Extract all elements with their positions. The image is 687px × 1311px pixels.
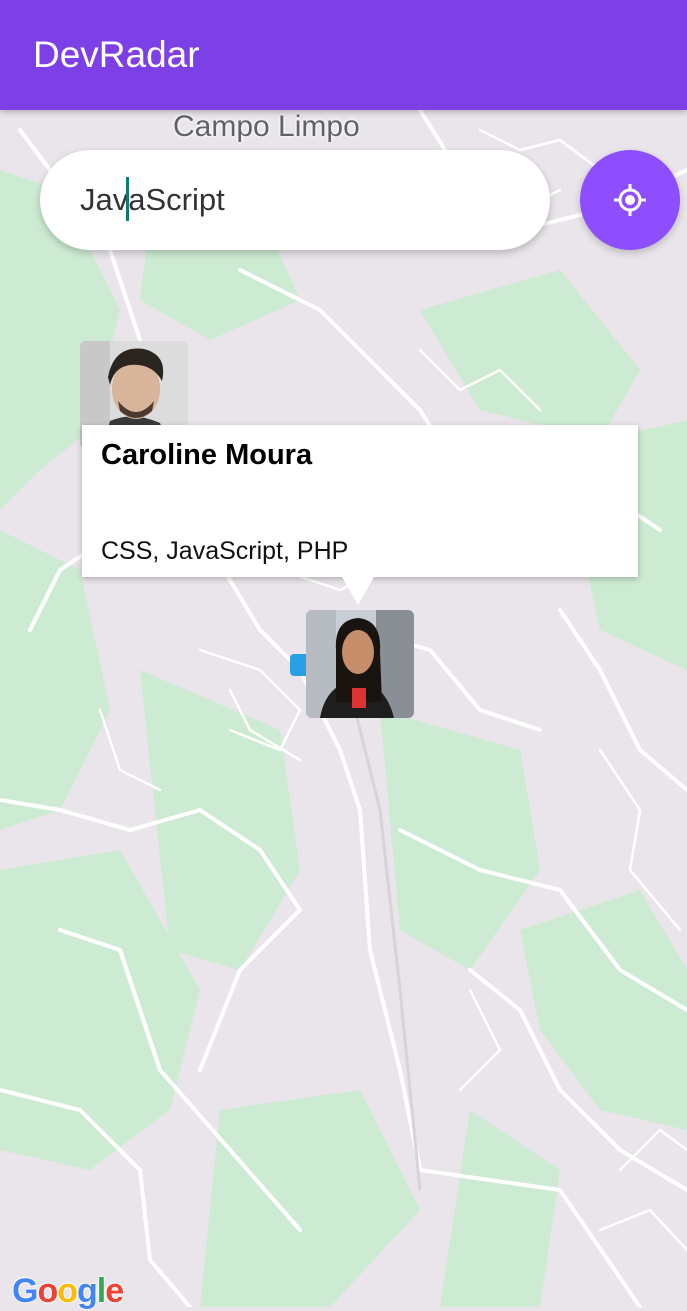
search-box[interactable] — [40, 150, 550, 250]
locate-button[interactable] — [580, 150, 680, 250]
dev-marker-2[interactable] — [306, 610, 414, 718]
dev-callout[interactable]: Caroline Moura CSS, JavaScript, PHP — [82, 425, 638, 577]
dev-name: Caroline Moura — [101, 439, 313, 471]
dev-techs: CSS, JavaScript, PHP — [101, 537, 349, 565]
avatar-photo — [306, 610, 414, 718]
app-title: DevRadar — [33, 34, 200, 75]
map-place-label: Campo Limpo — [173, 110, 360, 143]
text-cursor — [126, 177, 129, 221]
my-location-icon — [614, 184, 646, 216]
callout-pointer — [342, 577, 374, 605]
tech-search-input[interactable] — [80, 150, 520, 250]
google-logo: Google — [12, 1272, 124, 1310]
app-bar: DevRadar — [0, 0, 687, 110]
